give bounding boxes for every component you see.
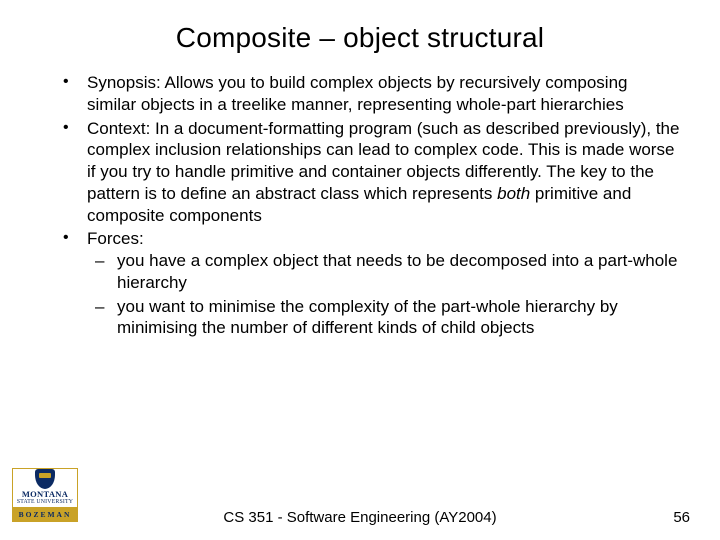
footer-page-number: 56 bbox=[673, 509, 690, 526]
bullet-italic: both bbox=[497, 184, 530, 203]
logo-panel: MONTANA STATE UNIVERSITY bbox=[12, 468, 78, 508]
shield-icon bbox=[35, 469, 55, 489]
slide-title: Composite – object structural bbox=[0, 0, 720, 64]
bullet-synopsis: Synopsis: Allows you to build complex ob… bbox=[55, 72, 680, 116]
bullet-forces: Forces: you have a complex object that n… bbox=[55, 228, 680, 339]
slide-body: Synopsis: Allows you to build complex ob… bbox=[0, 64, 720, 339]
bullet-label: Synopsis: bbox=[87, 73, 161, 92]
logo-text-montana: MONTANA bbox=[22, 490, 68, 499]
sub-bullet: you have a complex object that needs to … bbox=[87, 250, 680, 294]
sub-bullet: you want to minimise the complexity of t… bbox=[87, 296, 680, 340]
logo-text-state: STATE UNIVERSITY bbox=[17, 499, 73, 505]
slide: Composite – object structural Synopsis: … bbox=[0, 0, 720, 540]
sub-bullet-list: you have a complex object that needs to … bbox=[87, 250, 680, 339]
footer-course: CS 351 - Software Engineering (AY2004) bbox=[0, 509, 720, 526]
bullet-list: Synopsis: Allows you to build complex ob… bbox=[55, 72, 680, 339]
bullet-context: Context: In a document-formatting progra… bbox=[55, 118, 680, 227]
bullet-text: Allows you to build complex objects by r… bbox=[87, 73, 627, 114]
bullet-label: Context: bbox=[87, 119, 150, 138]
bullet-label: Forces: bbox=[87, 229, 144, 248]
